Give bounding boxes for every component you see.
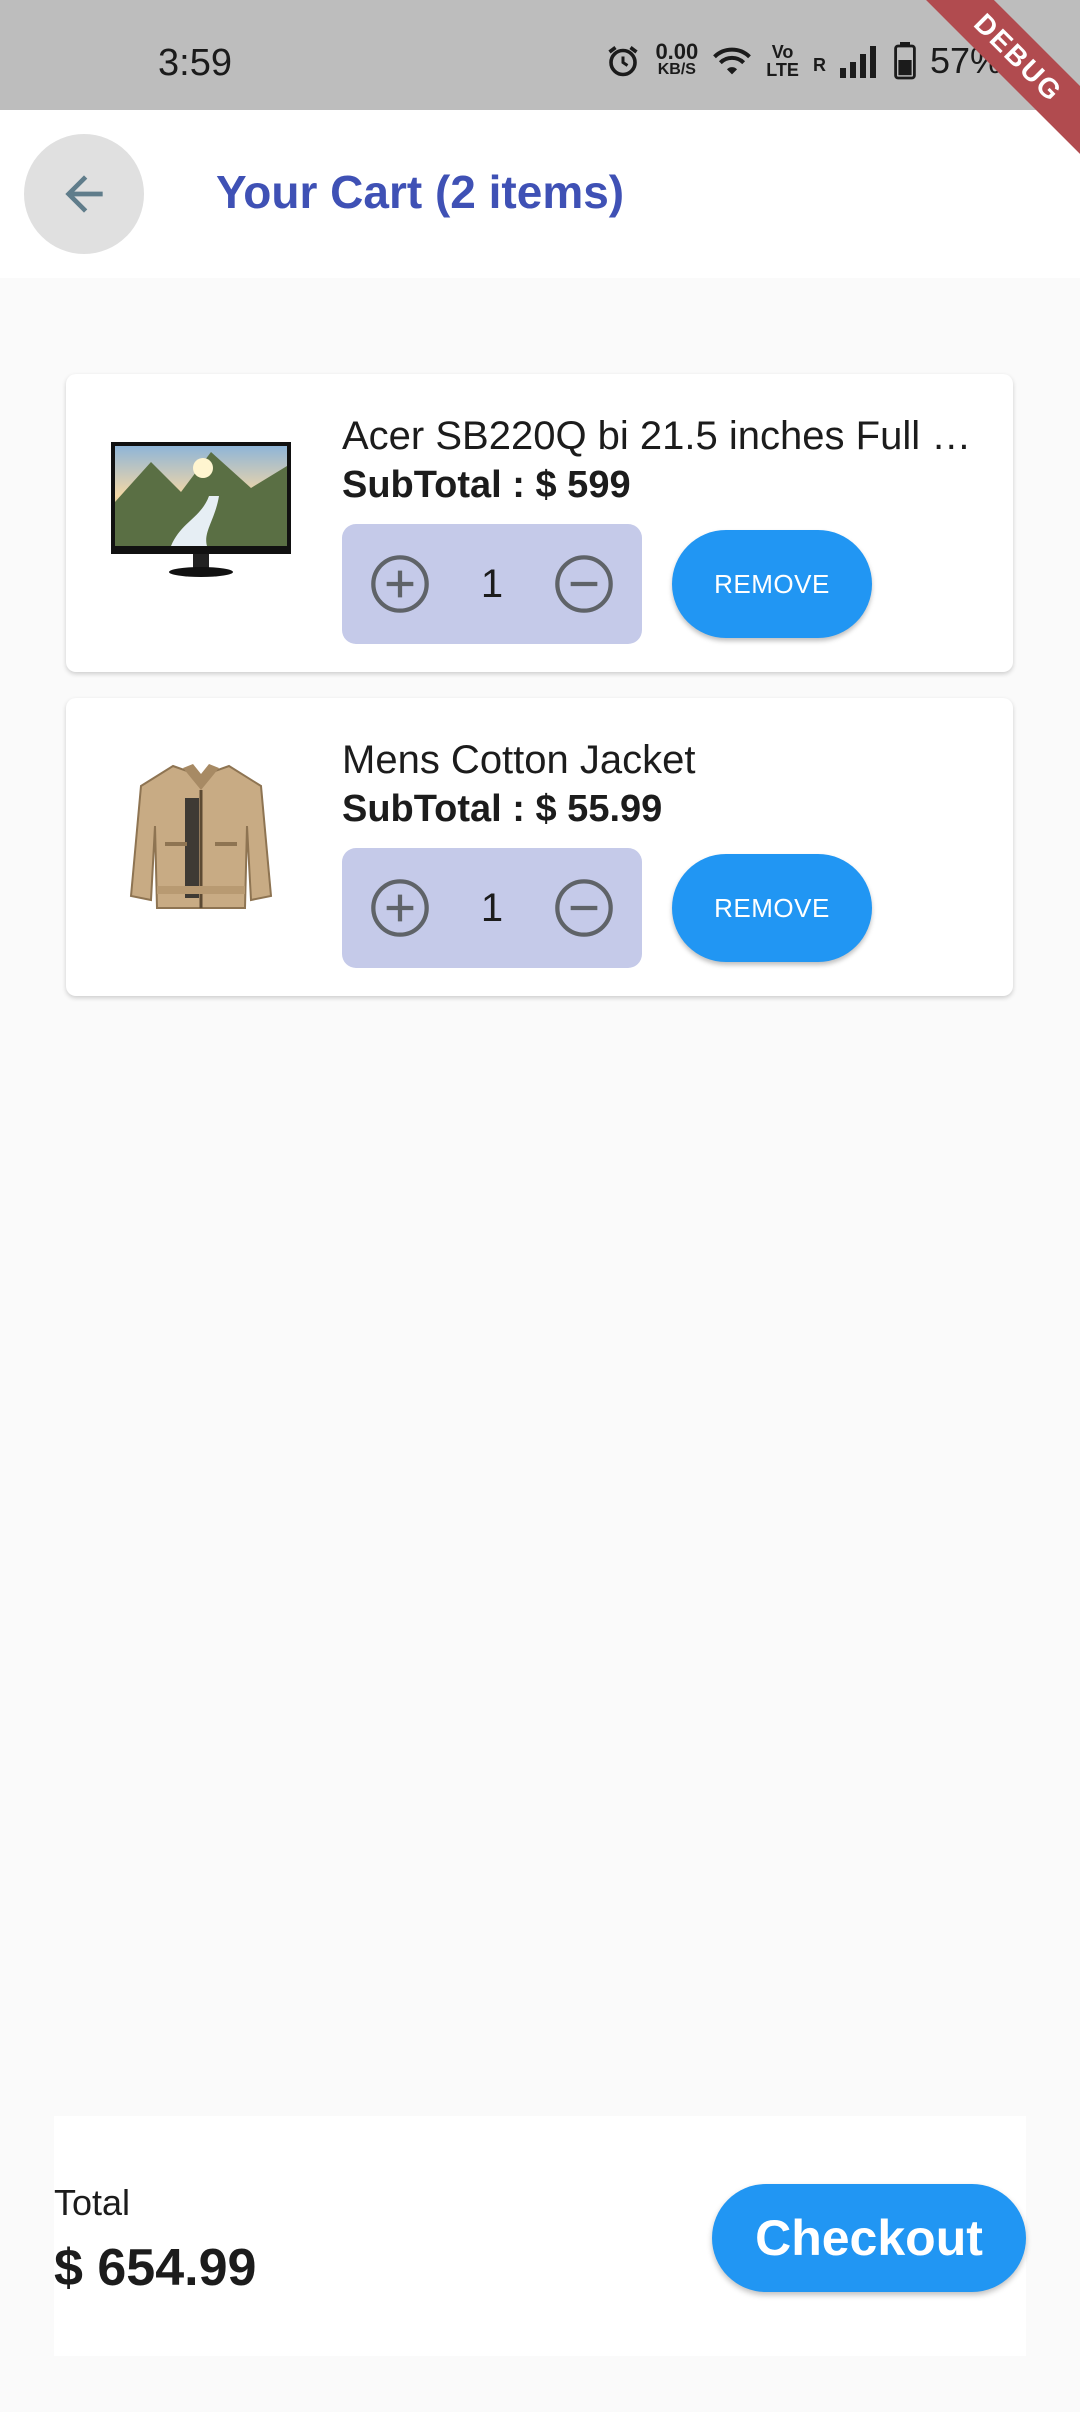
total-value: $ 654.99 <box>54 2239 257 2297</box>
quantity-stepper: 1 <box>342 524 642 644</box>
roaming-indicator: R <box>812 55 826 75</box>
signal-icon <box>839 46 876 78</box>
net-speed: 0.00 KB/S <box>655 39 699 79</box>
net-speed-unit: KB/S <box>657 61 696 78</box>
remove-button[interactable]: REMOVE <box>672 854 872 962</box>
status-bar: 3:59 0.00 KB/S Vo LTE R 57% <box>0 0 1080 110</box>
battery-icon <box>894 42 916 80</box>
product-subtotal: SubTotal : $ 55.99 <box>342 788 663 830</box>
product-name: Acer SB220Q bi 21.5 inches Full HD (1920… <box>342 414 982 458</box>
alarm-icon <box>608 46 639 77</box>
arrow-left-icon <box>65 175 103 213</box>
quantity-stepper: 1 <box>342 848 642 968</box>
checkout-bar: Total $ 654.99 Checkout <box>54 2116 1026 2356</box>
total-label: Total <box>54 2182 131 2223</box>
cart-item-card: Mens Cotton Jacket SubTotal : $ 55.99 1 … <box>66 698 1013 996</box>
volte-bottom: LTE <box>766 60 799 80</box>
monitor-thumbnail <box>111 442 291 577</box>
product-name: Mens Cotton Jacket <box>342 738 696 782</box>
minus-icon[interactable] <box>552 876 616 940</box>
cart-item-card: Acer SB220Q bi 21.5 inches Full HD (1920… <box>66 374 1013 672</box>
wifi-icon <box>713 47 752 75</box>
remove-button[interactable]: REMOVE <box>672 530 872 638</box>
product-subtotal: SubTotal : $ 599 <box>342 464 631 506</box>
back-button[interactable] <box>24 134 144 254</box>
minus-icon[interactable] <box>552 552 616 616</box>
checkout-button[interactable]: Checkout <box>712 2184 1026 2292</box>
page-title: Your Cart (2 items) <box>216 166 625 218</box>
volte-top: Vo <box>771 42 794 62</box>
status-time: 3:59 <box>158 42 232 84</box>
net-speed-value: 0.00 <box>655 39 699 64</box>
app-bar: Your Cart (2 items) <box>0 110 1080 278</box>
volte-indicator: Vo LTE <box>766 43 799 79</box>
jacket-thumbnail <box>129 764 273 909</box>
status-icons: 0.00 KB/S Vo LTE R 57% <box>605 40 1002 82</box>
